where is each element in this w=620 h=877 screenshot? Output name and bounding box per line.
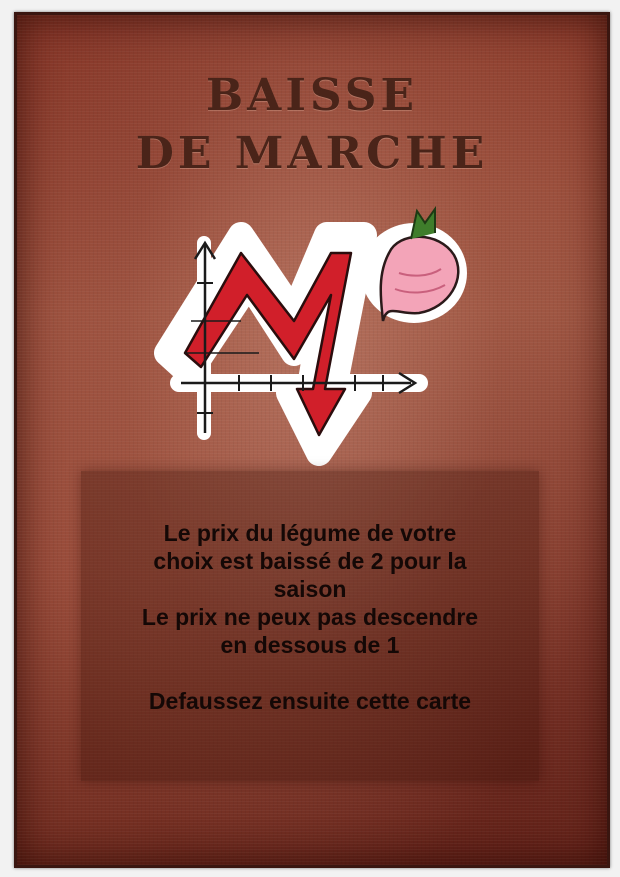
event-card[interactable]: BAISSE DE MARCHE Le prix du légume de vo… <box>14 12 610 868</box>
card-title: BAISSE DE MARCHE <box>17 67 607 183</box>
card-title-line-1: BAISSE <box>205 70 419 121</box>
effect-text: Le prix du légume de votre choix est bai… <box>81 519 539 715</box>
price-drop-radish-icon <box>154 205 467 466</box>
effect-line-1: Le prix du légume de votre <box>163 520 457 546</box>
effect-line-4: Le prix ne peux pas descendre <box>141 604 479 630</box>
effect-line-5: en dessous de 1 <box>220 632 400 658</box>
effect-text-panel: Le prix du légume de votre choix est bai… <box>81 471 539 781</box>
effect-line-2: choix est baissé de 2 pour la <box>153 548 467 574</box>
effect-line-3: saison <box>273 576 347 602</box>
discard-instruction: Defaussez ensuite cette carte <box>148 688 472 714</box>
card-frame: BAISSE DE MARCHE Le prix du légume de vo… <box>0 0 620 877</box>
card-title-line-2: DE MARCHE <box>135 128 489 179</box>
